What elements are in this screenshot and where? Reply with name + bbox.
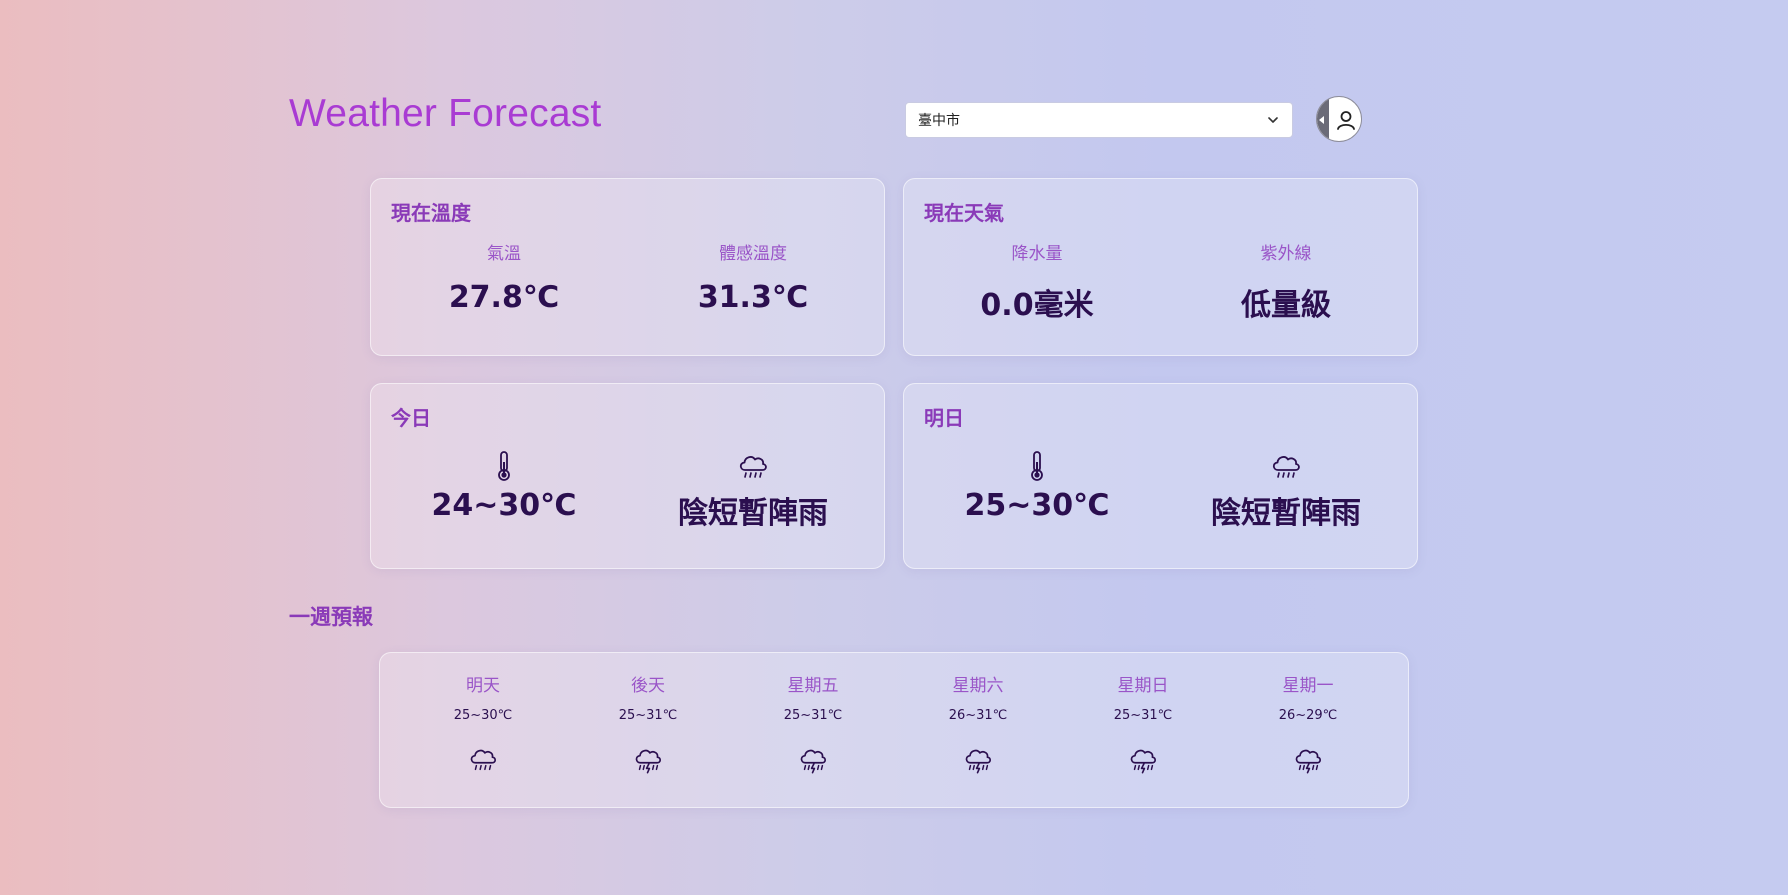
app-title: Weather Forecast xyxy=(289,92,602,135)
week-day-temp: 25~30℃ xyxy=(453,708,513,723)
current-temp-title: 現在溫度 xyxy=(391,201,471,225)
week-day-4: 星期日 25~31℃ xyxy=(1078,671,1208,775)
current-weather-card: 現在天氣 降水量 0.0毫米 紫外線 低量級 xyxy=(903,178,1418,356)
uv-index: 紫外線 低量級 xyxy=(1166,239,1406,324)
today-title: 今日 xyxy=(391,406,431,430)
week-forecast-card: 明天 25~30℃ 後天 25~31℃ 星期五 25~31℃ 星期六 26~31… xyxy=(379,652,1409,808)
thunderstorm-icon xyxy=(1130,749,1157,774)
precipitation-label: 降水量 xyxy=(1011,244,1063,264)
air-temp-label: 氣溫 xyxy=(487,244,521,264)
today-temp-value: 24~30℃ xyxy=(431,488,577,523)
today-temp: 24~30℃ xyxy=(384,450,624,523)
week-day-temp: 25~31℃ xyxy=(1113,708,1173,723)
thunderstorm-icon xyxy=(800,749,827,774)
today-card: 今日 24~30℃ 陰短暫陣雨 xyxy=(370,383,885,569)
current-temp-card: 現在溫度 氣溫 27.8℃ 體感溫度 31.3℃ xyxy=(370,178,885,356)
uv-value: 低量級 xyxy=(1241,288,1331,323)
feels-like-label: 體感溫度 xyxy=(719,244,787,264)
collapse-handle[interactable] xyxy=(1317,97,1329,141)
week-day-label: 明天 xyxy=(466,676,500,696)
week-day-temp: 26~31℃ xyxy=(948,708,1008,723)
current-weather-title: 現在天氣 xyxy=(924,201,1004,225)
today-weather: 陰短暫陣雨 xyxy=(633,450,873,532)
tomorrow-temp-value: 25~30℃ xyxy=(964,488,1110,523)
week-day-1: 後天 25~31℃ xyxy=(583,671,713,775)
thunderstorm-icon xyxy=(1295,749,1322,774)
week-forecast-title: 一週預報 xyxy=(289,605,373,629)
week-day-label: 星期一 xyxy=(1282,676,1334,696)
user-icon xyxy=(1337,111,1355,130)
tomorrow-title: 明日 xyxy=(924,406,964,430)
thermometer-icon xyxy=(1031,451,1043,481)
air-temp: 氣溫 27.8℃ xyxy=(384,239,624,315)
tomorrow-weather: 陰短暫陣雨 xyxy=(1166,450,1406,532)
week-day-temp: 25~31℃ xyxy=(618,708,678,723)
feels-like-temp: 體感溫度 31.3℃ xyxy=(633,239,873,315)
precipitation: 降水量 0.0毫米 xyxy=(917,239,1157,324)
city-select[interactable]: 臺中市 xyxy=(905,102,1293,138)
air-temp-value: 27.8℃ xyxy=(448,280,560,315)
thunderstorm-icon xyxy=(635,749,662,774)
week-day-label: 星期六 xyxy=(952,676,1004,696)
thunderstorm-icon xyxy=(965,749,992,774)
uv-label: 紫外線 xyxy=(1260,244,1312,264)
precipitation-value: 0.0毫米 xyxy=(980,288,1094,323)
week-day-temp: 26~29℃ xyxy=(1278,708,1338,723)
chevron-down-icon xyxy=(1268,117,1278,123)
week-day-label: 後天 xyxy=(631,676,665,696)
tomorrow-card: 明日 25~30℃ 陰短暫陣雨 xyxy=(903,383,1418,569)
tomorrow-temp: 25~30℃ xyxy=(917,450,1157,523)
week-day-2: 星期五 25~31℃ xyxy=(748,671,878,775)
week-day-3: 星期六 26~31℃ xyxy=(913,671,1043,775)
week-day-label: 星期日 xyxy=(1117,676,1169,696)
tomorrow-weather-value: 陰短暫陣雨 xyxy=(1211,496,1361,531)
city-select-value: 臺中市 xyxy=(918,113,960,129)
rain-cloud-icon xyxy=(470,749,497,771)
week-day-temp: 25~31℃ xyxy=(783,708,843,723)
week-day-5: 星期一 26~29℃ xyxy=(1243,671,1373,775)
today-weather-value: 陰短暫陣雨 xyxy=(678,496,828,531)
week-day-0: 明天 25~30℃ xyxy=(418,671,548,775)
rain-cloud-icon xyxy=(739,456,767,478)
rain-cloud-icon xyxy=(1272,456,1300,478)
thermometer-icon xyxy=(498,451,510,481)
feels-like-value: 31.3℃ xyxy=(697,280,809,315)
avatar-button[interactable] xyxy=(1316,96,1362,142)
week-day-label: 星期五 xyxy=(787,676,839,696)
